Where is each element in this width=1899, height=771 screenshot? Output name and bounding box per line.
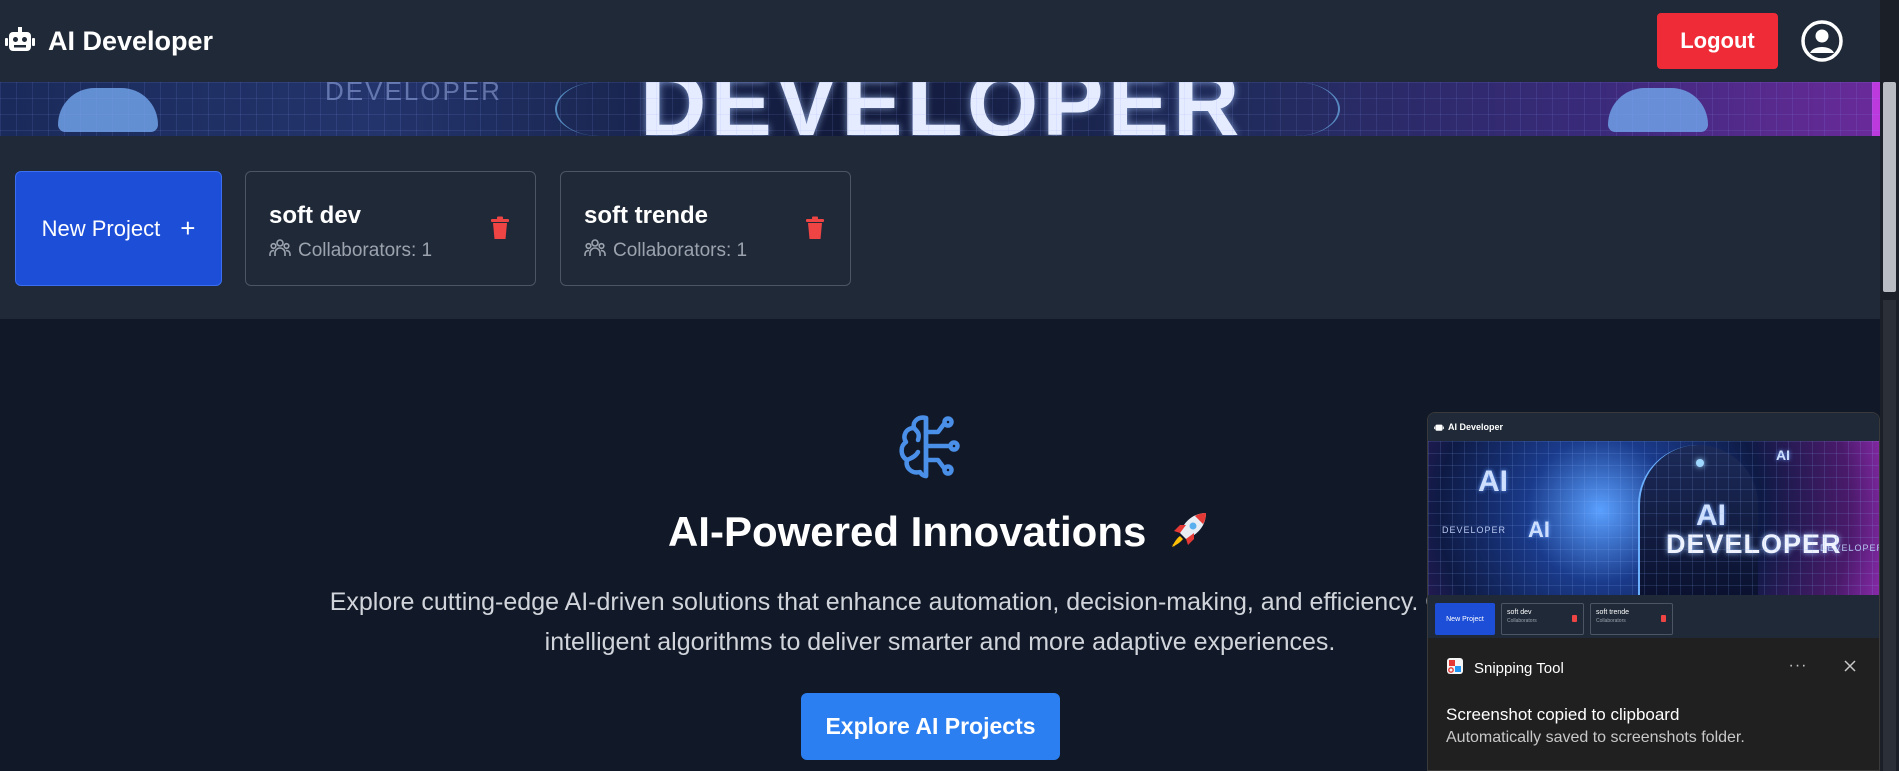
banner-title: DEVELOPER xyxy=(640,82,1244,136)
app-title: AI Developer xyxy=(48,25,214,56)
toast-subtitle: Automatically saved to screenshots folde… xyxy=(1446,729,1745,746)
new-project-button[interactable]: New Project + xyxy=(15,171,222,286)
trash-icon xyxy=(1661,615,1666,622)
toast-title: Screenshot copied to clipboard xyxy=(1446,705,1680,724)
user-circle-icon[interactable] xyxy=(1800,19,1844,63)
banner-small-text: DEVELOPER xyxy=(325,82,502,106)
thumbnail-project-card: soft dev Collaborators xyxy=(1501,603,1584,635)
thumbnail-project-card: soft trende Collaborators xyxy=(1590,603,1673,635)
snipping-tool-notification[interactable]: AI Developer AI AI AI DEVELOPER DEVELOPE… xyxy=(1427,412,1880,771)
rocket-icon xyxy=(1166,507,1212,563)
avatar-silhouette xyxy=(1608,88,1708,132)
trash-icon[interactable] xyxy=(804,216,828,242)
scrollbar-track-lower xyxy=(1883,300,1896,771)
users-icon xyxy=(269,238,291,264)
app-header: AI Developer Logout xyxy=(0,0,1880,82)
thumbnail-header: AI Developer xyxy=(1428,413,1879,441)
collaborators-count: Collaborators: 1 xyxy=(298,240,433,261)
collaborators-count: Collaborators: 1 xyxy=(613,240,748,261)
project-card[interactable]: soft dev Collaborators: 1 xyxy=(245,171,536,286)
new-project-label: New Project xyxy=(41,215,161,241)
close-icon[interactable] xyxy=(1837,653,1863,679)
toast-app-header: Snipping Tool xyxy=(1446,657,1564,679)
trash-icon xyxy=(1572,615,1577,622)
brain-circuit-icon xyxy=(892,410,964,482)
more-options-icon[interactable]: ··· xyxy=(1785,653,1811,679)
explore-ai-projects-button[interactable]: Explore AI Projects xyxy=(801,693,1060,760)
brand[interactable]: AI Developer xyxy=(2,23,213,59)
avatar-silhouette xyxy=(58,88,158,132)
logout-button[interactable]: Logout xyxy=(1657,13,1778,69)
hero-banner-image: DEVELOPER DEVELOPER xyxy=(0,82,1880,136)
projects-section: New Project + soft dev Collaborators: 1 … xyxy=(0,136,1880,319)
thumbnail-figure xyxy=(1638,445,1758,595)
banner-edge xyxy=(1872,82,1880,136)
thumbnail-new-project: New Project xyxy=(1435,603,1495,635)
snipping-tool-icon xyxy=(1446,657,1464,679)
thumbnail-developer-text: DEVELOPER xyxy=(1820,543,1880,553)
project-card[interactable]: soft trende Collaborators: 1 xyxy=(560,171,851,286)
thumbnail-big-ai: AI xyxy=(1696,499,1726,532)
thumbnail-ai-text: AI xyxy=(1528,517,1550,542)
thumbnail-ai-text: AI xyxy=(1776,447,1790,463)
banner-glow xyxy=(555,82,645,136)
banner-glow xyxy=(1250,82,1340,136)
thumbnail-banner: AI AI AI DEVELOPER DEVELOPER AI DEVELOPE… xyxy=(1428,441,1880,595)
scrollbar-thumb[interactable] xyxy=(1883,82,1896,292)
thumbnail-eye xyxy=(1696,459,1704,467)
thumbnail-ai-text: AI xyxy=(1478,465,1508,498)
trash-icon[interactable] xyxy=(489,216,513,242)
hero-title-text: AI-Powered Innovations xyxy=(667,508,1147,556)
thumbnail-title: AI Developer xyxy=(1448,422,1504,432)
users-icon xyxy=(584,238,606,264)
robot-icon xyxy=(2,23,38,59)
thumbnail-developer-text: DEVELOPER xyxy=(1442,525,1507,535)
page-scrollbar[interactable] xyxy=(1880,0,1899,771)
toast-app-name: Snipping Tool xyxy=(1474,659,1564,677)
header-actions: Logout xyxy=(1657,13,1844,69)
screenshot-thumbnail[interactable]: AI Developer AI AI AI DEVELOPER DEVELOPE… xyxy=(1428,413,1880,638)
thumbnail-big-developer: DEVELOPER xyxy=(1666,529,1842,559)
plus-icon: + xyxy=(180,213,196,243)
thumbnail-projects: New Project soft dev Collaborators soft … xyxy=(1428,595,1879,638)
